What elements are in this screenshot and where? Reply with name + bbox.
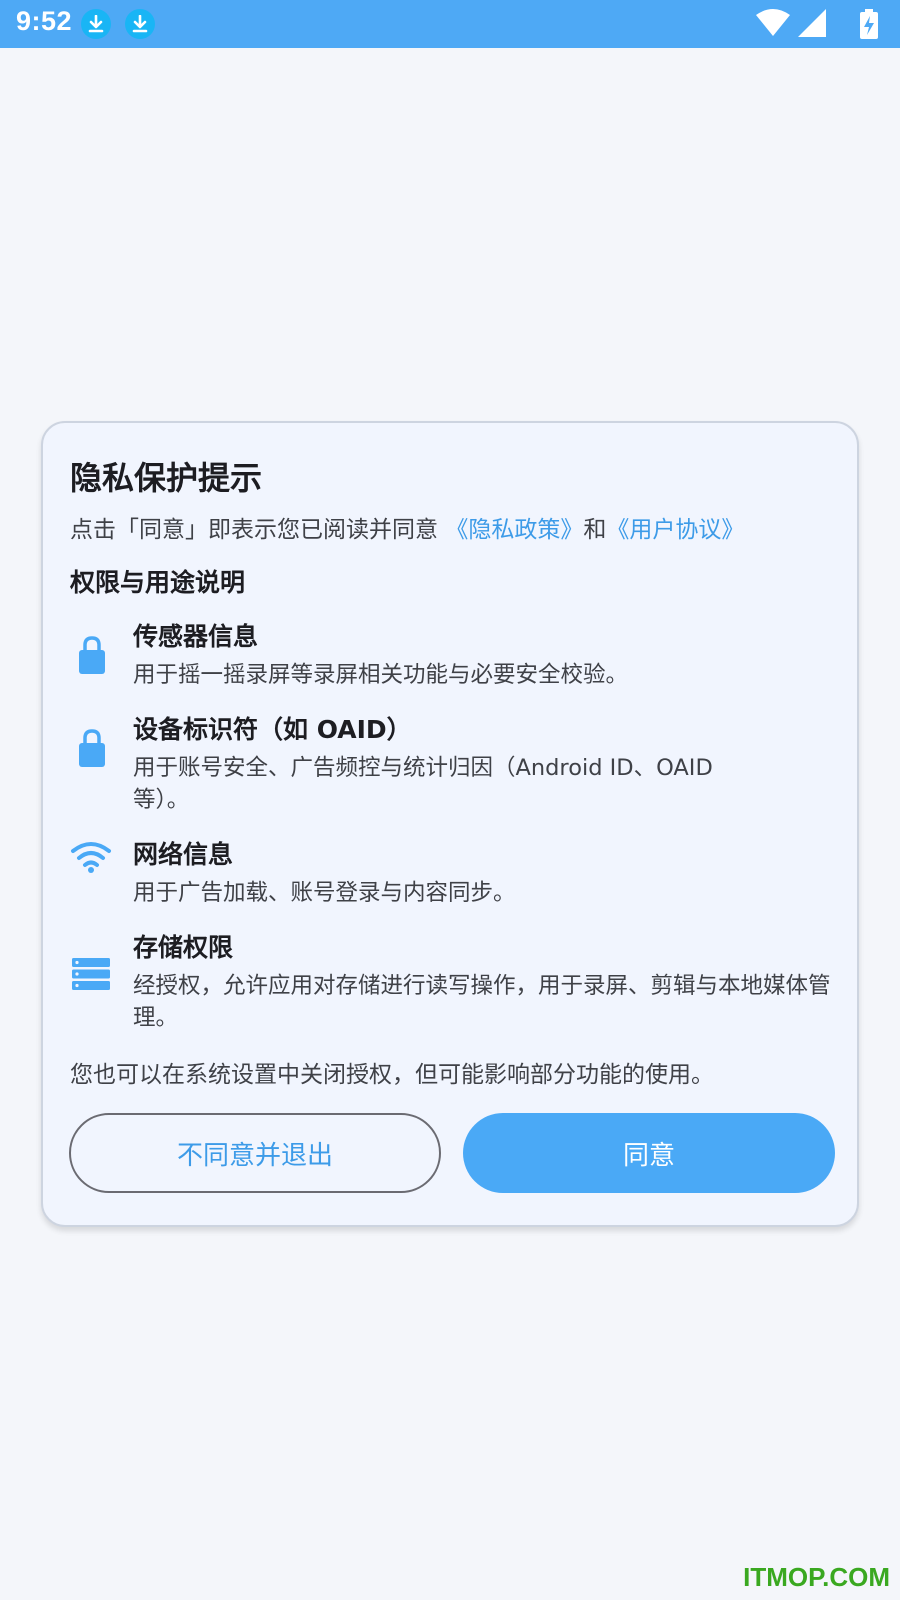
permission-title: 设备标识符（如 OAID） <box>133 715 412 744</box>
wifi-icon <box>71 842 111 873</box>
consent-conjunction: 和 <box>583 517 607 543</box>
status-bar: 9:52 <box>0 0 900 48</box>
permission-title: 传感器信息 <box>133 622 259 651</box>
status-icons <box>756 9 878 39</box>
decline-and-exit-button[interactable]: 不同意并退出 <box>69 1113 441 1193</box>
section-heading: 权限与用途说明 <box>70 568 246 597</box>
consent-prefix: 点击「同意」即表示您已阅读并同意 <box>70 517 446 543</box>
download-icon <box>81 9 111 39</box>
wifi-icon <box>756 9 790 36</box>
permission-item-device-id: 设备标识符（如 OAID） 用于账号安全、广告频控与统计归因（Android I… <box>70 710 840 820</box>
permission-description: 用于摇一摇录屏等录屏相关功能与必要安全校验。 <box>133 662 629 688</box>
cellular-signal-icon <box>798 9 826 37</box>
permission-description: 用于广告加载、账号登录与内容同步。 <box>133 880 516 906</box>
download-icon <box>125 9 155 39</box>
storage-icon <box>72 958 110 990</box>
privacy-policy-link[interactable]: 《隐私政策》 <box>445 517 583 543</box>
permission-item-storage: 存储权限 经授权，允许应用对存储进行读写操作，用于录屏、剪辑与本地媒体管理。 <box>70 928 840 1038</box>
permission-description: 用于账号安全、广告频控与统计归因（Android ID、OAID 等）。 <box>133 755 713 813</box>
agree-button[interactable]: 同意 <box>463 1113 835 1193</box>
lock-icon <box>79 729 105 767</box>
permission-title: 存储权限 <box>133 933 234 962</box>
permission-title: 网络信息 <box>133 840 234 869</box>
permission-item-network: 网络信息 用于广告加载、账号登录与内容同步。 <box>70 835 840 915</box>
status-time: 9:52 <box>16 6 73 36</box>
lock-icon <box>79 636 105 674</box>
dialog-title: 隐私保护提示 <box>70 459 263 497</box>
user-agreement-link[interactable]: 《用户协议》 <box>606 517 744 543</box>
footnote-text: 您也可以在系统设置中关闭授权，但可能影响部分功能的使用。 <box>70 1062 714 1088</box>
consent-text: 点击「同意」即表示您已阅读并同意 《隐私政策》和《用户协议》 <box>70 510 850 544</box>
battery-charging-icon <box>860 9 878 39</box>
privacy-dialog: 隐私保护提示 点击「同意」即表示您已阅读并同意 《隐私政策》和《用户协议》 权限… <box>41 421 859 1227</box>
watermark: ITMOP.COM <box>743 1562 890 1592</box>
permission-description: 经授权，允许应用对存储进行读写操作，用于录屏、剪辑与本地媒体管理。 <box>133 973 831 1031</box>
permission-item-sensor: 传感器信息 用于摇一摇录屏等录屏相关功能与必要安全校验。 <box>70 617 840 697</box>
